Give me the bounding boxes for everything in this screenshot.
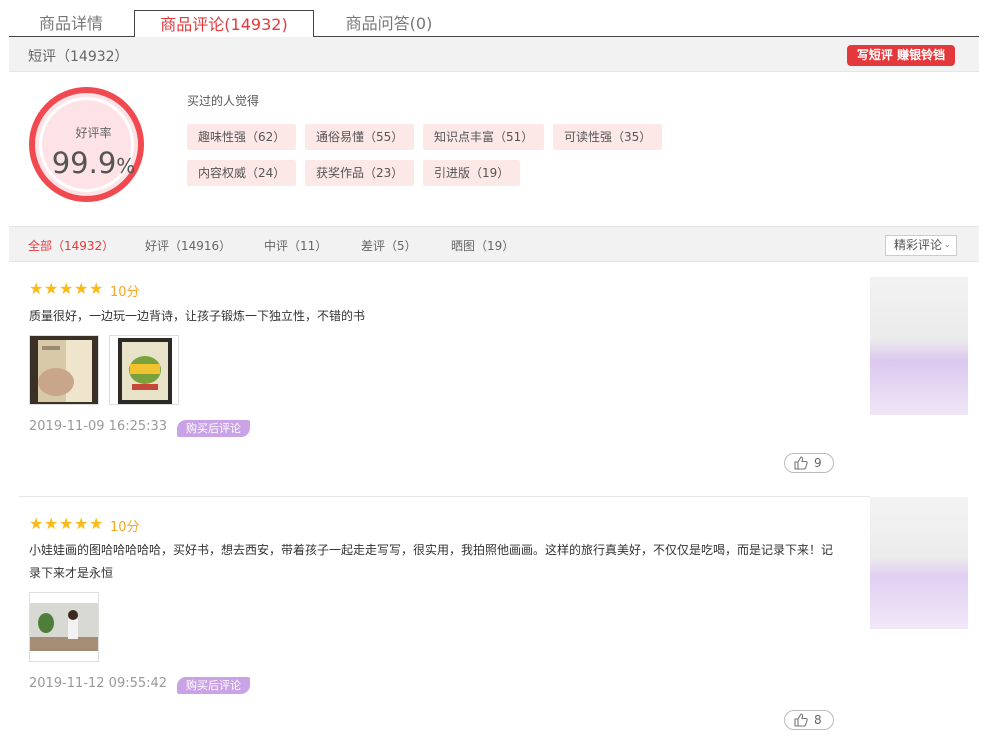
- blurred-side-panel: [870, 497, 968, 629]
- star-icon: ★: [44, 279, 59, 298]
- tab-product-qa[interactable]: 商品问答(0): [314, 10, 464, 37]
- filter-all[interactable]: 全部（14932）: [28, 237, 114, 254]
- short-review-label: 短评（14932）: [28, 49, 129, 65]
- tab-product-reviews[interactable]: 商品评论(14932): [134, 10, 314, 38]
- review-photo-thumbnail[interactable]: [109, 335, 179, 405]
- positive-rate-inner: 好评率 99.9%: [39, 97, 135, 192]
- review-filter-bar: 全部（14932） 好评（14916） 中评（11） 差评（5） 晒图（19） …: [9, 226, 979, 262]
- review-item: ★★★★★ 10分 小娃娃画的图哈哈哈哈哈，买好书，想去西安，带着孩子一起走走写…: [19, 516, 869, 736]
- review-photo: [30, 336, 98, 404]
- filter-negative[interactable]: 差评（5）: [361, 237, 417, 254]
- review-score: 10分: [110, 520, 140, 535]
- tags-title: 买过的人觉得: [187, 94, 260, 108]
- blurred-side-panel: [870, 277, 968, 415]
- filter-positive[interactable]: 好评（14916）: [145, 237, 231, 254]
- star-icon: ★: [29, 279, 44, 298]
- like-button[interactable]: 8: [784, 710, 834, 730]
- positive-rate-value: 99.9%: [42, 146, 145, 180]
- review-divider: [19, 496, 870, 497]
- review-photo: [30, 593, 98, 661]
- star-icon: ★: [89, 279, 104, 298]
- review-photo-thumbnail[interactable]: [29, 335, 99, 405]
- positive-rate-number: 99.9: [51, 146, 117, 180]
- filter-neutral[interactable]: 中评（11）: [264, 237, 327, 254]
- product-tabs: 商品详情 商品评论(14932) 商品问答(0): [9, 10, 979, 38]
- thumbs-up-icon: [794, 456, 808, 470]
- sort-selected-label: 精彩评论: [894, 238, 943, 252]
- star-icon: ★: [59, 514, 74, 533]
- tag-authoritative[interactable]: 内容权威（24）: [187, 160, 297, 186]
- thumbs-up-icon: [794, 713, 808, 727]
- review-content: 质量很好，一边玩一边背诗，让孩子锻炼一下独立性，不错的书: [29, 309, 366, 323]
- review-date: 2019-11-12 09:55:42: [29, 676, 168, 691]
- positive-rate-label: 好评率: [75, 126, 112, 140]
- tag-fun[interactable]: 趣味性强（62）: [187, 124, 297, 150]
- sort-select[interactable]: 精彩评论 ⌄: [885, 235, 957, 256]
- tag-award[interactable]: 获奖作品（23）: [305, 160, 415, 186]
- star-icon: ★: [29, 514, 44, 533]
- tag-easy[interactable]: 通俗易懂（55）: [305, 124, 415, 150]
- tag-readable[interactable]: 可读性强（35）: [553, 124, 663, 150]
- star-rating: ★★★★★: [29, 516, 104, 532]
- purchase-badge: 购买后评论: [177, 420, 250, 437]
- filter-with-photos[interactable]: 晒图（19）: [451, 237, 514, 254]
- review-score: 10分: [110, 285, 140, 300]
- short-review-bar: 短评（14932） 写短评 赚银铃铛: [9, 37, 979, 72]
- review-item: ★★★★★ 10分 质量很好，一边玩一边背诗，让孩子锻炼一下独立性，不错的书 2…: [19, 281, 869, 481]
- star-icon: ★: [74, 514, 89, 533]
- star-icon: ★: [74, 279, 89, 298]
- review-date: 2019-11-09 16:25:33: [29, 419, 168, 434]
- chevron-down-icon: ⌄: [943, 240, 951, 250]
- tag-knowledge[interactable]: 知识点丰富（51）: [423, 124, 545, 150]
- purchase-badge: 购买后评论: [177, 677, 250, 694]
- review-photo: [110, 336, 178, 404]
- tab-product-details[interactable]: 商品详情: [9, 10, 133, 37]
- write-short-review-button[interactable]: 写短评 赚银铃铛: [847, 45, 955, 66]
- star-icon: ★: [44, 514, 59, 533]
- star-icon: ★: [59, 279, 74, 298]
- like-count: 8: [814, 713, 822, 727]
- positive-rate-unit: %: [116, 154, 136, 178]
- like-count: 9: [814, 456, 822, 470]
- review-content: 小娃娃画的图哈哈哈哈哈，买好书，想去西安，带着孩子一起走走写写，很实用，我拍照他…: [29, 543, 834, 580]
- positive-rate-circle: 好评率 99.9%: [29, 87, 144, 202]
- tag-imported[interactable]: 引进版（19）: [423, 160, 521, 186]
- star-icon: ★: [89, 514, 104, 533]
- blurred-image: [870, 497, 968, 629]
- blurred-image: [870, 277, 968, 415]
- review-photo-thumbnail[interactable]: [29, 592, 99, 662]
- like-button[interactable]: 9: [784, 453, 834, 473]
- star-rating: ★★★★★: [29, 281, 104, 297]
